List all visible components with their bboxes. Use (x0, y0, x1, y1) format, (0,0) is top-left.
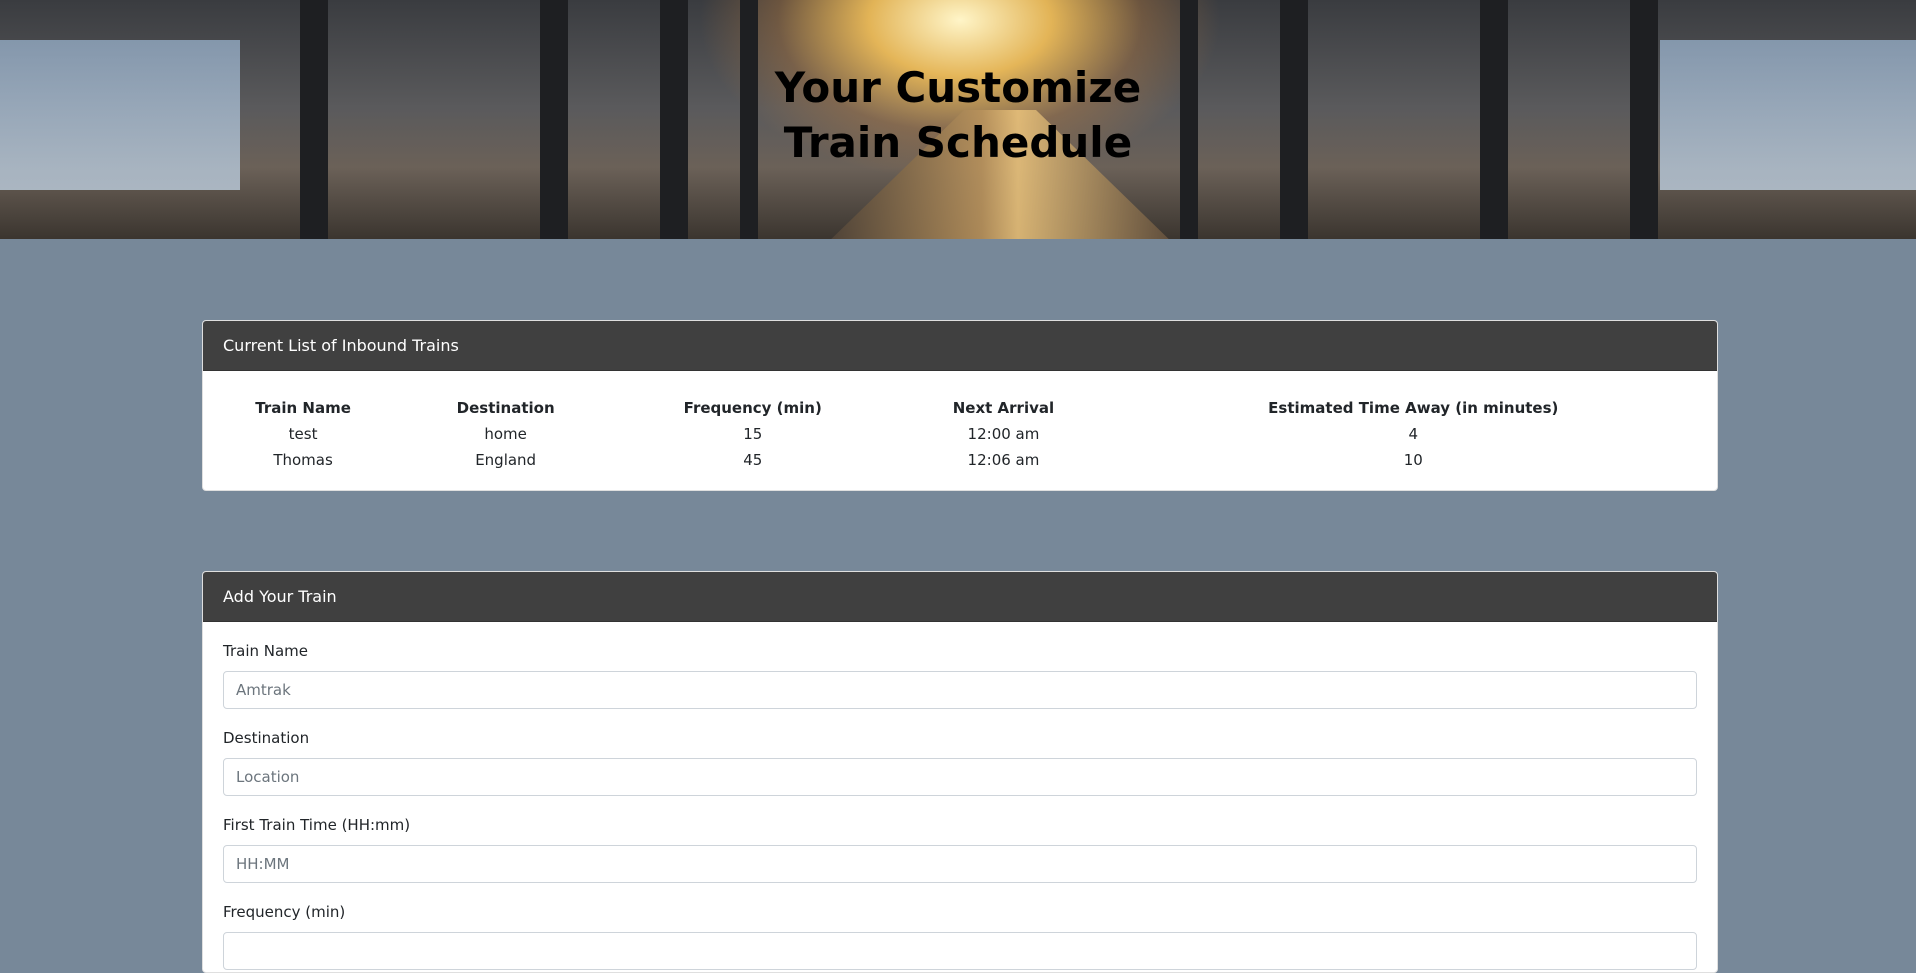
page-title: Your Customize Train Schedule (774, 63, 1142, 167)
first-train-time-input[interactable] (223, 845, 1697, 883)
column-header: Train Name (255, 399, 351, 417)
frequency-label: Frequency (min) (223, 903, 346, 921)
column-header: Frequency (min) (683, 399, 822, 417)
train-name-input[interactable] (223, 671, 1697, 709)
frequency-input[interactable] (223, 932, 1697, 970)
destination-input[interactable] (223, 758, 1697, 796)
train-name-label: Train Name (223, 642, 309, 660)
column-header: Estimated Time Away (in minutes) (1268, 399, 1559, 417)
column-header: Destination (456, 399, 555, 417)
frequency-cell: 45 (743, 451, 763, 469)
train-name-cell: test (288, 425, 318, 443)
hero-banner: Your Customize Train Schedule (0, 0, 1916, 239)
add-train-form: Train Name Destination First Train Time … (203, 622, 1717, 970)
destination-cell: England (475, 451, 537, 469)
first-train-time-label: First Train Time (HH:mm) (223, 816, 411, 834)
next-arrival-cell: 12:06 am (967, 451, 1040, 469)
schedule-card-header: Current List of Inbound Trains (203, 321, 1717, 371)
destination-label: Destination (223, 729, 310, 747)
minutes-away-cell: 10 (1403, 451, 1423, 469)
schedule-table: Train Name Destination Frequency (min) N… (203, 395, 1717, 473)
destination-cell: home (484, 425, 527, 443)
table-row: test home 15 12:00 am 4 (203, 421, 1717, 447)
table-row: Thomas England 45 12:06 am 10 (203, 447, 1717, 473)
frequency-cell: 15 (743, 425, 763, 443)
add-train-card: Add Your Train Train Name Destination Fi… (202, 571, 1718, 973)
train-name-cell: Thomas (273, 451, 333, 469)
minutes-away-cell: 4 (1408, 425, 1419, 443)
next-arrival-cell: 12:00 am (967, 425, 1040, 443)
add-train-card-header: Add Your Train (203, 572, 1717, 622)
schedule-card: Current List of Inbound Trains Train Nam… (202, 320, 1718, 491)
column-header: Next Arrival (952, 399, 1055, 417)
